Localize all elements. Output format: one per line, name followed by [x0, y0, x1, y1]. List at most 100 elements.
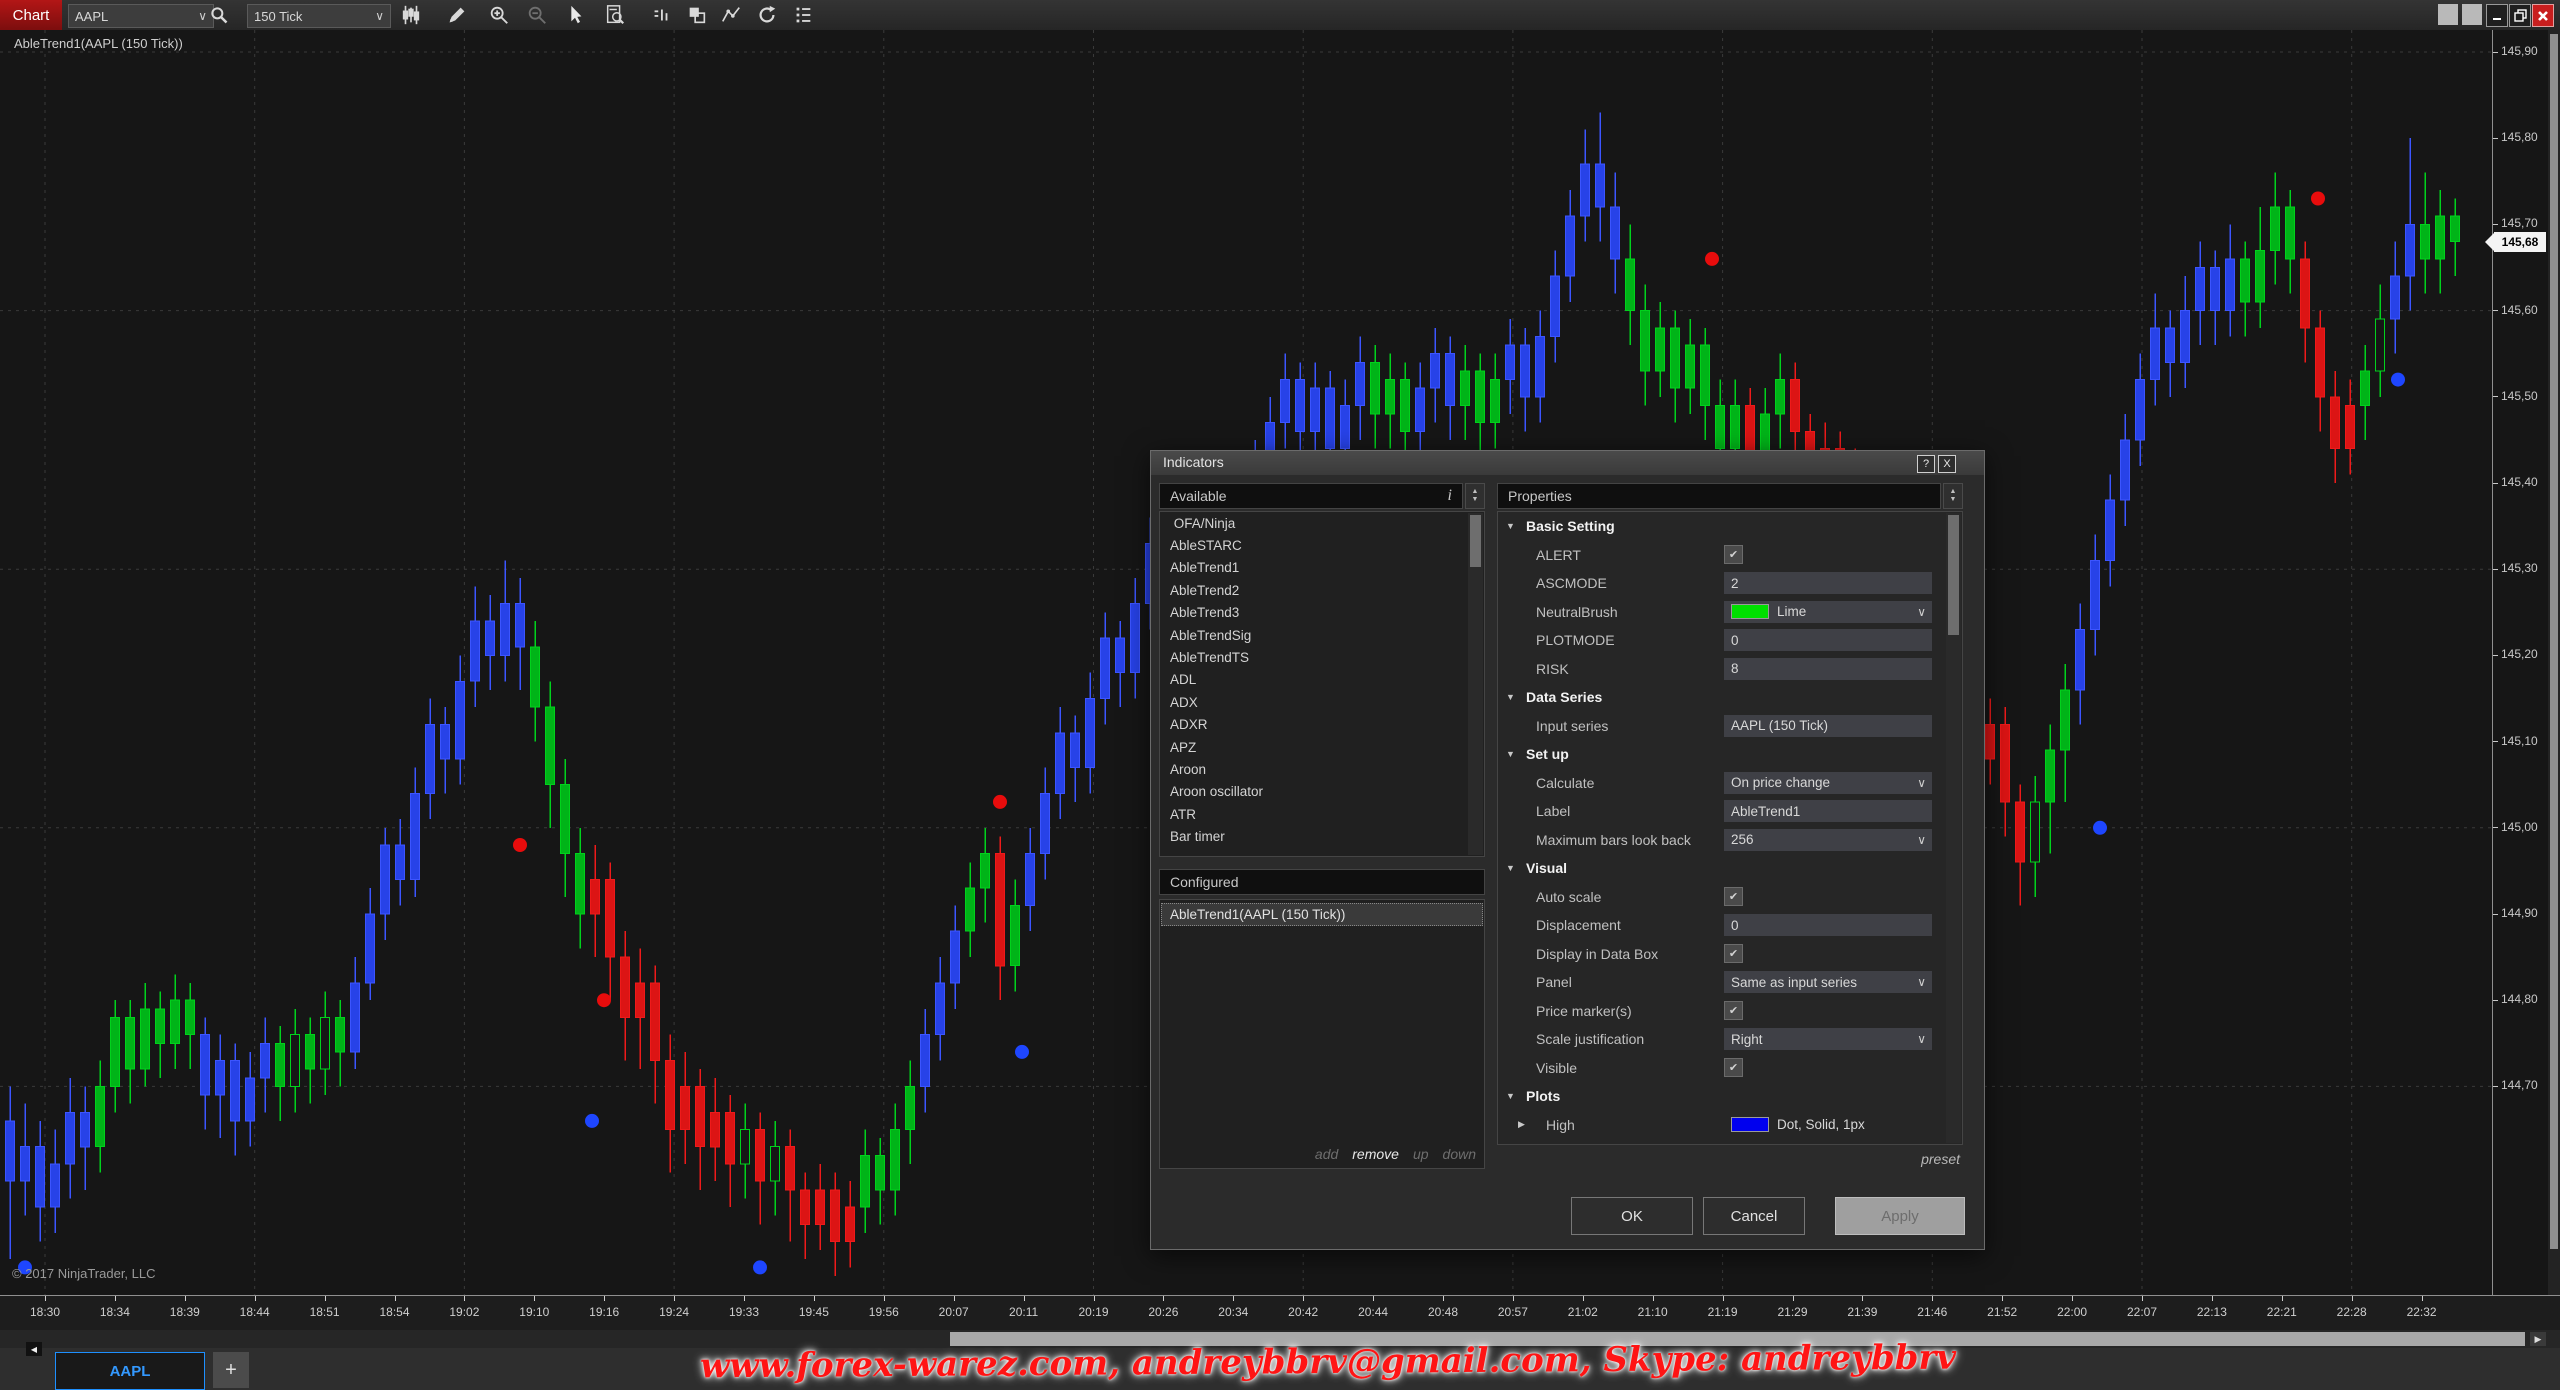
apply-button[interactable]: Apply — [1835, 1197, 1965, 1235]
property-row[interactable]: Price marker(s)✔ — [1498, 997, 1962, 1026]
candles-icon[interactable] — [398, 3, 424, 27]
property-select[interactable]: Right∨ — [1724, 1028, 1932, 1050]
collapse-triangle-icon[interactable]: ▼ — [1506, 692, 1515, 702]
property-row[interactable]: ▼Basic Setting — [1498, 512, 1962, 541]
property-row[interactable]: LabelAbleTrend1 — [1498, 797, 1962, 826]
properties-scroll-arrows[interactable]: ▲▼ — [1943, 483, 1963, 509]
zoom-out-icon[interactable] — [524, 3, 550, 27]
vertical-scrollbar-thumb[interactable] — [2550, 34, 2558, 1249]
available-item[interactable]: Aroon — [1160, 758, 1484, 780]
available-item[interactable]: AbleTrend1 — [1160, 557, 1484, 579]
expand-triangle-icon[interactable]: ▶ — [1518, 1119, 1525, 1130]
property-select[interactable]: 256∨ — [1724, 829, 1932, 851]
add-tab-button[interactable]: + — [213, 1352, 249, 1388]
available-item[interactable]: ADL — [1160, 669, 1484, 691]
property-row[interactable]: Maximum bars look back256∨ — [1498, 826, 1962, 855]
pencil-icon[interactable] — [444, 3, 470, 27]
brush-select[interactable]: Lime∨ — [1724, 601, 1932, 623]
property-row[interactable]: ▼Visual — [1498, 854, 1962, 883]
checkbox[interactable]: ✔ — [1724, 1058, 1743, 1077]
interval-select[interactable]: 150 Tick∨ — [247, 4, 391, 28]
available-item[interactable]: Bar timer — [1160, 825, 1484, 847]
property-input[interactable]: 8 — [1724, 658, 1932, 680]
property-input[interactable]: AbleTrend1 — [1724, 800, 1932, 822]
checkbox[interactable]: ✔ — [1724, 1001, 1743, 1020]
property-row[interactable]: ▼Set up — [1498, 740, 1962, 769]
tab-aapl[interactable]: AAPL — [55, 1352, 205, 1390]
scroll-right-arrow-icon[interactable]: ▶ — [2530, 1332, 2546, 1346]
property-row[interactable]: ▼Data Series — [1498, 683, 1962, 712]
property-row[interactable]: ▼Plots — [1498, 1082, 1962, 1111]
available-item[interactable]: ADXR — [1160, 714, 1484, 736]
report-icon[interactable] — [602, 3, 628, 27]
instrument-select[interactable]: AAPL∨ — [68, 4, 214, 28]
property-row[interactable]: NeutralBrushLime∨ — [1498, 598, 1962, 627]
property-row[interactable]: PLOTMODE0 — [1498, 626, 1962, 655]
close-icon[interactable] — [2532, 4, 2554, 27]
property-row[interactable]: Scale justificationRight∨ — [1498, 1025, 1962, 1054]
property-select[interactable]: Same as input series∨ — [1724, 971, 1932, 993]
search-icon[interactable] — [206, 3, 232, 27]
property-input[interactable]: 0 — [1724, 914, 1932, 936]
chart-style-icon[interactable] — [648, 3, 674, 27]
preset-link[interactable]: preset — [1151, 1151, 1960, 1167]
available-item[interactable]: AbleTrend2 — [1160, 579, 1484, 601]
polyline-icon[interactable] — [718, 3, 744, 27]
plot-style-value[interactable]: Dot, Solid, 1px — [1724, 1114, 1932, 1136]
property-row[interactable]: CalculateOn price change∨ — [1498, 769, 1962, 798]
restore-icon[interactable] — [2509, 4, 2531, 27]
properties-scrollbar-thumb[interactable] — [1948, 515, 1959, 635]
property-input[interactable]: 2 — [1724, 572, 1932, 594]
collapse-triangle-icon[interactable]: ▼ — [1506, 521, 1515, 531]
price-axis[interactable]: 145,90145,80145,70145,60145,50145,40145,… — [2492, 30, 2549, 1295]
chart-menu-button[interactable]: Chart — [0, 0, 62, 30]
property-row[interactable]: PanelSame as input series∨ — [1498, 968, 1962, 997]
tab-scroll-icon[interactable]: ◀ — [26, 1342, 42, 1356]
available-item[interactable]: AbleTrend3 — [1160, 602, 1484, 624]
properties-grid[interactable]: ▼Basic SettingALERT✔ASCMODE2NeutralBrush… — [1497, 511, 1963, 1145]
time-axis[interactable]: 18:3018:3418:3918:4418:5118:5419:0219:10… — [0, 1295, 2560, 1331]
property-row[interactable]: Displacement0 — [1498, 911, 1962, 940]
configured-item-selected[interactable]: AbleTrend1(AAPL (150 Tick)) — [1161, 903, 1483, 926]
available-scrollbar[interactable] — [1468, 513, 1483, 855]
panel-light-icon[interactable] — [2438, 4, 2458, 25]
cancel-button[interactable]: Cancel — [1703, 1197, 1805, 1235]
available-scroll-arrows[interactable]: ▲▼ — [1465, 483, 1485, 509]
checkbox[interactable]: ✔ — [1724, 887, 1743, 906]
list-icon[interactable] — [790, 3, 816, 27]
checkbox[interactable]: ✔ — [1724, 545, 1743, 564]
available-item[interactable]: AbleTrendTS — [1160, 646, 1484, 668]
available-item[interactable]: OFA/Ninja — [1160, 512, 1484, 534]
available-scrollbar-thumb[interactable] — [1470, 515, 1481, 567]
available-item[interactable]: Aroon oscillator — [1160, 781, 1484, 803]
collapse-triangle-icon[interactable]: ▼ — [1506, 1091, 1515, 1101]
help-icon[interactable]: ? — [1917, 455, 1935, 473]
collapse-triangle-icon[interactable]: ▼ — [1506, 749, 1515, 759]
cursor-icon[interactable] — [562, 3, 588, 27]
property-row[interactable]: Display in Data Box✔ — [1498, 940, 1962, 969]
available-item[interactable]: ADX — [1160, 691, 1484, 713]
configured-list[interactable]: AbleTrend1(AAPL (150 Tick)) addremoveupd… — [1159, 899, 1485, 1169]
dialog-titlebar[interactable]: Indicators ? X — [1151, 451, 1984, 475]
available-item[interactable]: AbleSTARC — [1160, 534, 1484, 556]
property-input[interactable]: AAPL (150 Tick) — [1724, 715, 1932, 737]
vertical-scrollbar[interactable] — [2548, 30, 2560, 1295]
property-select[interactable]: On price change∨ — [1724, 772, 1932, 794]
panel-light-icon[interactable] — [2462, 4, 2482, 25]
available-item[interactable]: APZ — [1160, 736, 1484, 758]
property-row[interactable]: ▶HighDot, Solid, 1px — [1498, 1111, 1962, 1140]
property-row[interactable]: Visible✔ — [1498, 1054, 1962, 1083]
zoom-in-icon[interactable] — [486, 3, 512, 27]
checkbox[interactable]: ✔ — [1724, 944, 1743, 963]
available-list[interactable]: OFA/NinjaAbleSTARCAbleTrend1AbleTrend2Ab… — [1159, 511, 1485, 857]
reload-icon[interactable] — [754, 3, 780, 27]
available-item[interactable]: ATR — [1160, 803, 1484, 825]
available-item[interactable]: AbleTrendSig — [1160, 624, 1484, 646]
property-row[interactable]: ALERT✔ — [1498, 541, 1962, 570]
property-row[interactable]: Input seriesAAPL (150 Tick) — [1498, 712, 1962, 741]
property-row[interactable]: RISK8 — [1498, 655, 1962, 684]
panels-icon[interactable] — [684, 3, 710, 27]
property-row[interactable]: Auto scale✔ — [1498, 883, 1962, 912]
collapse-triangle-icon[interactable]: ▼ — [1506, 863, 1515, 873]
properties-scrollbar[interactable] — [1946, 513, 1961, 1143]
